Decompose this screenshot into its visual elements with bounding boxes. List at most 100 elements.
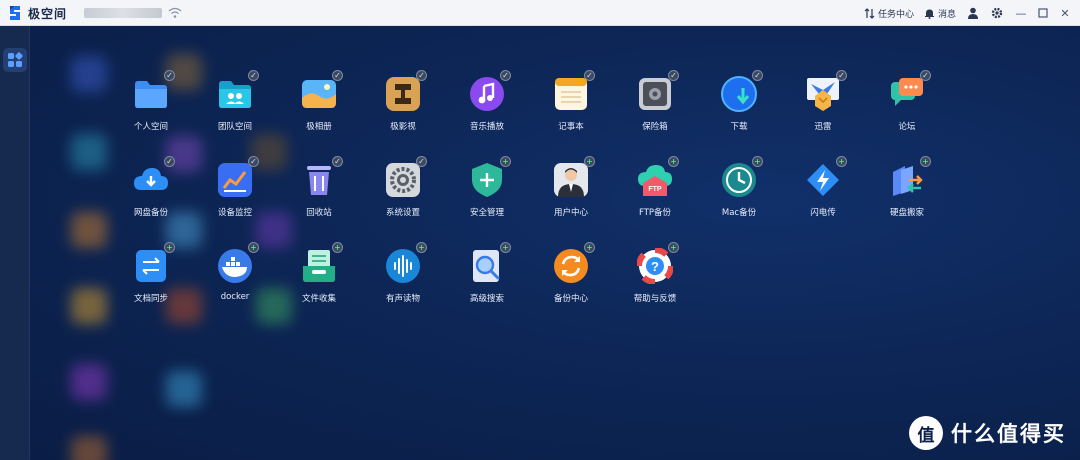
- task-center-button[interactable]: 任务中心: [864, 7, 914, 20]
- app-device-monitor[interactable]: ✓ 设备监控: [193, 146, 277, 226]
- app-label: 极相册: [306, 122, 332, 132]
- app-disk-migration[interactable]: + 硬盘搬家: [865, 146, 949, 226]
- minimize-button[interactable]: —: [1014, 6, 1028, 20]
- app-help-feedback[interactable]: ? + 帮助与反馈: [613, 232, 697, 312]
- installed-badge: ✓: [248, 156, 259, 167]
- app-grid-button[interactable]: [3, 48, 27, 72]
- svg-text:FTP: FTP: [648, 186, 662, 193]
- app-label: 文档同步: [133, 294, 168, 304]
- close-button[interactable]: ✕: [1058, 6, 1072, 20]
- installed-badge: ✓: [836, 70, 847, 81]
- app-team-space[interactable]: ✓ 团队空间: [193, 60, 277, 140]
- watermark-text: 什么值得买: [951, 422, 1066, 446]
- app-doc-sync[interactable]: + 文档同步: [109, 232, 193, 312]
- maximize-button[interactable]: [1036, 6, 1050, 20]
- sidebar: [0, 26, 30, 460]
- app-cloud-backup[interactable]: ✓ 网盘备份: [109, 146, 193, 226]
- add-badge: +: [668, 242, 679, 253]
- messages-label: 消息: [937, 9, 956, 20]
- watermark: 值 什么值得买: [909, 416, 1066, 450]
- app-user-center[interactable]: + 用户中心: [529, 146, 613, 226]
- app-safe-box[interactable]: ✓ 保险箱: [613, 60, 697, 140]
- add-badge: +: [836, 156, 847, 167]
- app-recycle-bin[interactable]: ✓ 回收站: [277, 146, 361, 226]
- app-download[interactable]: ✓ 下载: [697, 60, 781, 140]
- video-player-icon: ✓: [385, 70, 427, 112]
- app-photo-album[interactable]: ✓ 极相册: [277, 60, 361, 140]
- app-label: 下载: [730, 122, 748, 132]
- installed-badge: ✓: [752, 70, 763, 81]
- app-mac-backup[interactable]: + Mac备份: [697, 146, 781, 226]
- add-badge: +: [500, 156, 511, 167]
- team-folder-icon: ✓: [217, 70, 259, 112]
- gear-icon: [991, 7, 1003, 19]
- app-label: 记事本: [558, 122, 584, 132]
- app-personal-space[interactable]: ✓ 个人空间: [109, 60, 193, 140]
- installed-badge: ✓: [584, 70, 595, 81]
- app-label: 闪电传: [810, 208, 836, 218]
- messages-button[interactable]: 消息: [924, 7, 956, 20]
- task-center-label: 任务中心: [877, 9, 914, 20]
- app-video[interactable]: ✓ 极影视: [361, 60, 445, 140]
- user-avatar-icon: +: [553, 156, 595, 198]
- cloud-icon: ✓: [133, 156, 175, 198]
- title-bar: 极空间 任务中心 消息 — ✕: [0, 0, 1080, 26]
- brand-name: 极空间: [28, 7, 68, 21]
- app-label: 高级搜索: [469, 294, 504, 304]
- notepad-icon: ✓: [553, 70, 595, 112]
- disk-move-icon: +: [889, 156, 931, 198]
- app-label: 有声读物: [385, 294, 420, 304]
- app-ftp-backup[interactable]: FTP + FTP备份: [613, 146, 697, 226]
- folder-icon: ✓: [133, 70, 175, 112]
- device-name-blurred: [84, 8, 162, 18]
- add-badge: +: [416, 242, 427, 253]
- ftp-icon: FTP +: [637, 156, 679, 198]
- forum-chat-icon: ✓: [889, 70, 931, 112]
- app-label: 帮助与反馈: [633, 294, 677, 304]
- installed-badge: ✓: [164, 70, 175, 81]
- sound-wave-icon: +: [385, 242, 427, 284]
- app-forum[interactable]: ✓ 论坛: [865, 60, 949, 140]
- user-button[interactable]: [966, 6, 980, 20]
- installed-badge: ✓: [332, 70, 343, 81]
- app-xunlei[interactable]: ✓ 迅雷: [781, 60, 865, 140]
- settings-button[interactable]: [990, 6, 1004, 20]
- installed-badge: ✓: [416, 156, 427, 167]
- music-note-icon: ✓: [469, 70, 511, 112]
- lifebuoy-help-icon: ? +: [636, 242, 679, 285]
- app-notepad[interactable]: ✓ 记事本: [529, 60, 613, 140]
- app-label: 文件收集: [301, 294, 336, 304]
- app-logo-icon: [10, 6, 20, 20]
- trash-icon: ✓: [301, 156, 343, 198]
- watermark-logo: 值: [909, 416, 943, 450]
- add-badge: +: [752, 156, 763, 167]
- app-label: 团队空间: [217, 122, 252, 132]
- add-badge: +: [500, 242, 511, 253]
- docker-whale-icon: +: [217, 242, 259, 284]
- app-system-settings[interactable]: ✓ 系统设置: [361, 146, 445, 226]
- app-file-collect[interactable]: + 文件收集: [277, 232, 361, 312]
- task-center-icon: [864, 7, 875, 19]
- monitor-chart-icon: ✓: [217, 156, 259, 198]
- shield-icon: +: [469, 156, 511, 198]
- app-flash-transfer[interactable]: + 闪电传: [781, 146, 865, 226]
- add-badge: +: [164, 242, 175, 253]
- app-label: 用户中心: [553, 208, 588, 218]
- installed-badge: ✓: [500, 70, 511, 81]
- app-docker[interactable]: + docker: [193, 232, 277, 312]
- app-label: 备份中心: [553, 294, 588, 304]
- add-badge: +: [332, 242, 343, 253]
- svg-text:?: ?: [651, 259, 659, 274]
- app-music[interactable]: ✓ 音乐播放: [445, 60, 529, 140]
- app-advanced-search[interactable]: + 高级搜索: [445, 232, 529, 312]
- app-label: 保险箱: [642, 122, 668, 132]
- sync-circle-icon: +: [553, 242, 595, 284]
- app-audiobook[interactable]: + 有声读物: [361, 232, 445, 312]
- app-backup-center[interactable]: + 备份中心: [529, 232, 613, 312]
- settings-gear-icon: ✓: [385, 156, 427, 198]
- app-security[interactable]: + 安全管理: [445, 146, 529, 226]
- app-label: 安全管理: [469, 208, 504, 218]
- bell-icon: [924, 9, 934, 19]
- add-badge: +: [668, 156, 679, 167]
- app-grid-icon: [8, 52, 23, 67]
